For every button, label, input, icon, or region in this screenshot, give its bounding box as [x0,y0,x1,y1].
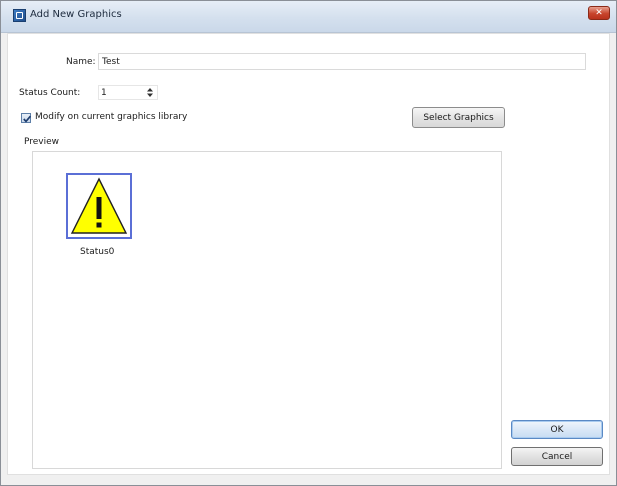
status-graphic-label: Status0 [80,247,115,257]
spinner-arrows-icon[interactable] [146,87,154,98]
dialog-content: Name: Status Count: 1 Modify on current … [7,33,610,475]
select-graphics-button[interactable]: Select Graphics [412,107,505,128]
status-count-spinner[interactable]: 1 [98,85,158,100]
status-count-value: 1 [101,88,107,98]
ok-button[interactable]: OK [511,420,603,439]
warning-triangle-icon [70,177,128,234]
modify-library-checkbox[interactable] [21,113,32,123]
close-button[interactable]: ✕ [588,6,610,20]
checkmark-icon [23,115,32,123]
modify-library-label[interactable]: Modify on current graphics library [35,112,187,122]
close-icon: ✕ [595,7,603,18]
cancel-button[interactable]: Cancel [511,447,603,466]
status-graphic-tile[interactable] [66,173,132,239]
title-bar[interactable]: Add New Graphics ✕ [1,1,616,33]
status-count-label: Status Count: [19,88,81,98]
add-new-graphics-dialog: Add New Graphics ✕ Name: Status Count: 1… [0,0,617,486]
app-icon [13,9,26,22]
name-input[interactable] [98,53,586,70]
preview-label: Preview [24,137,60,147]
preview-panel: Status0 [32,151,502,469]
name-label: Name: [66,57,96,67]
window-title: Add New Graphics [30,9,122,20]
